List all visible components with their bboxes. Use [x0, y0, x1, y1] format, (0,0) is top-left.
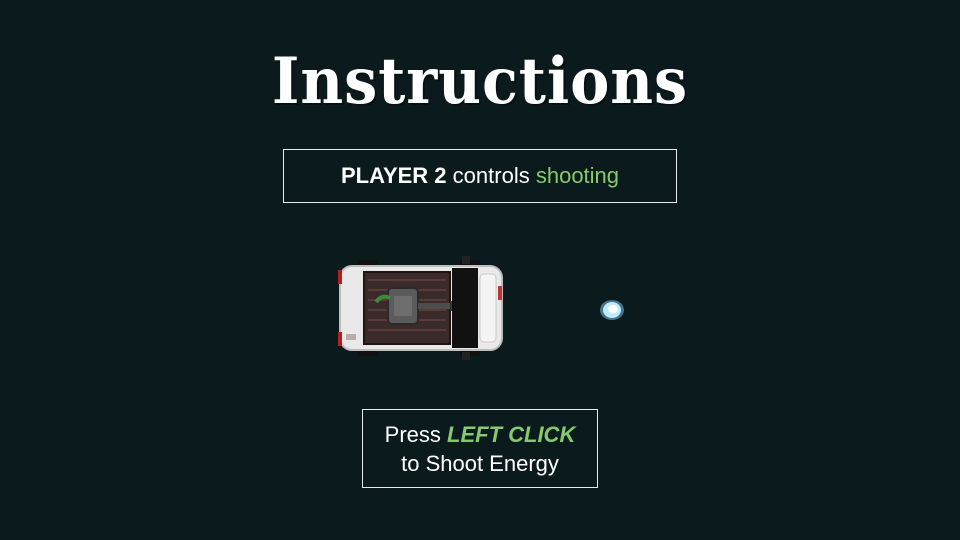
controls-label: controls [452, 163, 530, 188]
key-label: LEFT CLICK [447, 422, 576, 447]
energy-ball-icon [600, 300, 624, 320]
player-label: PLAYER 2 [340, 163, 447, 188]
page-title: Instructions [271, 44, 689, 119]
hint-line-2: to Shoot Energy [401, 451, 559, 476]
press-label: Press [384, 422, 441, 447]
player-role-box: PLAYER 2 controls shooting [283, 149, 677, 203]
armored-car-icon [338, 256, 503, 360]
control-hint-box: Press LEFT CLICK to Shoot Energy [362, 409, 598, 488]
action-label: shooting [535, 163, 620, 188]
instructions-screen: Instructions PLAYER 2 controls shooting [0, 0, 960, 540]
hint-line-1: Press LEFT CLICK [363, 420, 597, 449]
